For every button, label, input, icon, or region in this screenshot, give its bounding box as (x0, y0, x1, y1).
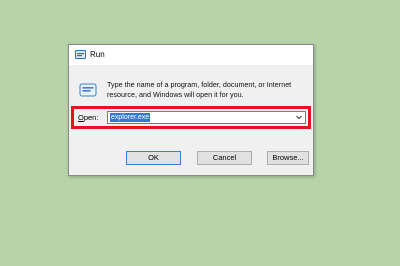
run-program-icon (79, 83, 97, 97)
browse-button[interactable]: Browse... (267, 151, 309, 165)
highlight-annotation-box (71, 106, 311, 129)
title-bar[interactable]: Run (69, 45, 313, 65)
run-dialog: Run Type the name of a program, folder, … (68, 44, 314, 176)
description-line-2: resource, and Windows will open it for y… (107, 90, 244, 99)
description-text: Type the name of a program, folder, docu… (107, 80, 307, 100)
description-line-1: Type the name of a program, folder, docu… (107, 80, 292, 89)
desktop-background: { "window": { "title": "Run", "icon": "r… (0, 0, 400, 266)
ok-button[interactable]: OK (126, 151, 181, 165)
run-icon (75, 50, 86, 59)
cancel-button[interactable]: Cancel (197, 151, 252, 165)
window-title: Run (90, 50, 105, 59)
